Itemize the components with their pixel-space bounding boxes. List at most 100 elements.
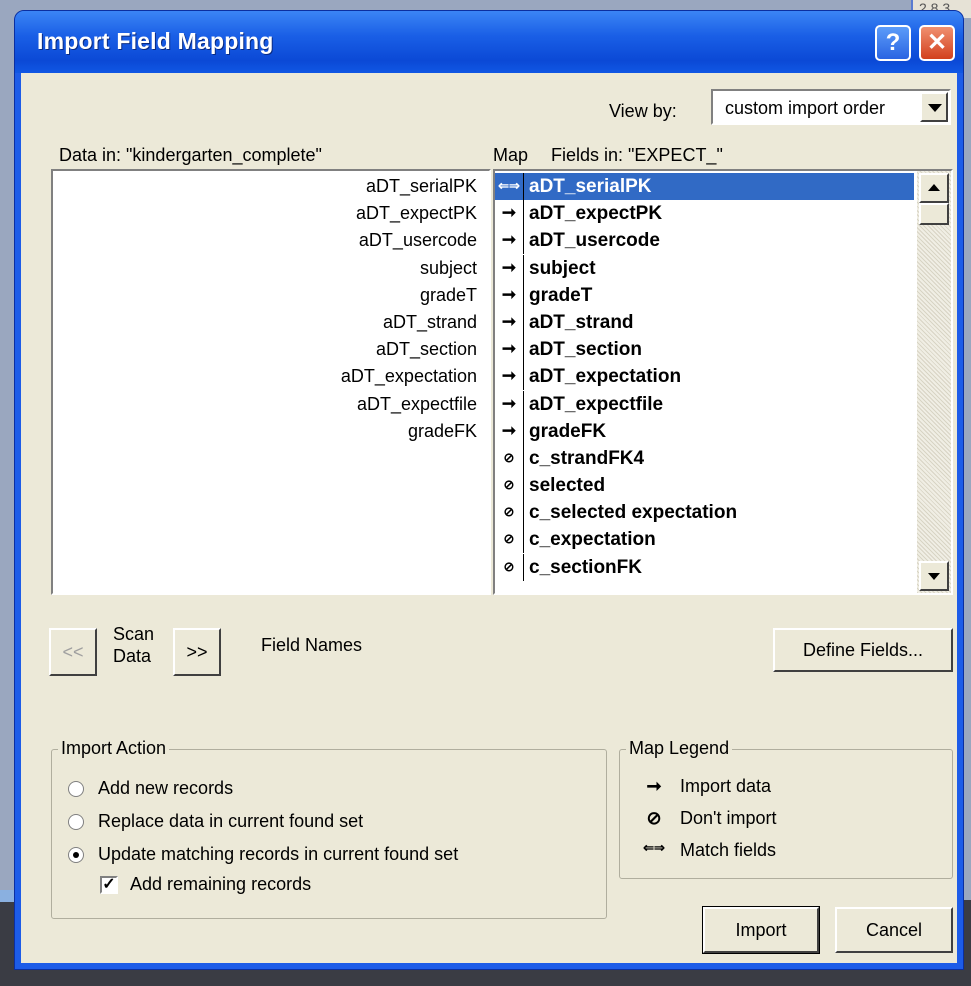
view-by-value: custom import order	[725, 98, 886, 118]
arrow-right-icon[interactable]: ➞	[495, 308, 524, 336]
scroll-down-button[interactable]	[919, 561, 949, 591]
match-arrows-icon: ⇐⇒	[643, 840, 665, 855]
source-field-item[interactable]: gradeFK	[53, 418, 489, 445]
target-field-item[interactable]: ➞ gradeT	[495, 281, 917, 309]
scan-label-line1: Scan	[113, 624, 155, 644]
source-field-item[interactable]: aDT_expectation	[53, 363, 489, 390]
help-button[interactable]: ?	[875, 25, 911, 61]
no-import-icon: ⊘	[646, 808, 662, 828]
no-import-icon[interactable]: ⊘	[495, 472, 524, 500]
target-field-name: aDT_expectation	[529, 366, 682, 388]
add-remaining-checkbox[interactable]: ✓	[100, 876, 118, 894]
target-field-name: aDT_section	[529, 339, 642, 361]
target-field-item[interactable]: ⊘ c_expectation	[495, 526, 917, 554]
title-bar[interactable]: Import Field Mapping ? ✕	[15, 11, 963, 73]
view-by-label: View by:	[609, 101, 677, 121]
import-button[interactable]: Import	[702, 906, 820, 954]
vertical-scrollbar[interactable]	[917, 171, 951, 593]
no-import-icon[interactable]: ⊘	[495, 553, 524, 581]
no-import-icon[interactable]: ⊘	[495, 526, 524, 554]
source-field-list[interactable]: aDT_serialPK aDT_expectPK aDT_usercode subj…	[51, 169, 491, 595]
radio-label: Add new records	[98, 778, 234, 798]
target-field-item[interactable]: ⊘ selected	[495, 472, 917, 500]
field-names-label: Field Names	[261, 635, 363, 655]
target-field-name: c_expectation	[529, 529, 656, 551]
target-field-name: aDT_expectfile	[529, 393, 664, 415]
target-field-name: aDT_expectPK	[529, 203, 663, 225]
source-field-item[interactable]: aDT_expectfile	[53, 391, 489, 418]
target-field-item[interactable]: ➞ subject	[495, 254, 917, 282]
dialog-title: Import Field Mapping	[37, 28, 274, 54]
scan-previous-button[interactable]: <<	[49, 628, 97, 676]
radio-label: Replace data in current found set	[98, 811, 364, 831]
no-import-icon[interactable]: ⊘	[495, 499, 524, 527]
target-field-item[interactable]: ➞ gradeFK	[495, 417, 917, 445]
view-by-select[interactable]: custom import order	[711, 89, 951, 125]
arrow-right-icon[interactable]: ➞	[495, 390, 524, 418]
target-field-name: aDT_serialPK	[524, 173, 914, 200]
chevron-down-icon[interactable]	[920, 92, 948, 122]
target-field-item[interactable]: ➞ aDT_usercode	[495, 227, 917, 255]
arrow-right-icon[interactable]: ➞	[495, 227, 524, 255]
checkbox-label: Add remaining records	[130, 874, 312, 894]
target-field-item[interactable]: ➞ aDT_expectfile	[495, 390, 917, 418]
target-field-list[interactable]: ⇐⇒ aDT_serialPK ➞ aDT_expectPK ➞ aDT_usercode…	[493, 169, 953, 595]
target-table-label: Fields in: "EXPECT_"	[551, 145, 723, 165]
scroll-up-button[interactable]	[919, 173, 949, 203]
source-field-item[interactable]: aDT_section	[53, 336, 489, 363]
arrow-right-icon[interactable]: ➞	[495, 363, 524, 391]
source-table-label: Data in: "kindergarten_complete"	[59, 145, 322, 165]
radio-button-selected[interactable]	[68, 847, 84, 863]
legend-label: Match fields	[680, 840, 777, 860]
target-field-item[interactable]: ➞ aDT_section	[495, 336, 917, 364]
target-field-item[interactable]: ➞ aDT_expectPK	[495, 200, 917, 228]
close-button[interactable]: ✕	[919, 25, 955, 61]
target-field-item[interactable]: ⊘ c_strandFK4	[495, 444, 917, 472]
define-fields-button[interactable]: Define Fields...	[773, 628, 953, 672]
map-legend-title: Map Legend	[626, 738, 733, 759]
no-import-icon[interactable]: ⊘	[495, 444, 524, 472]
source-field-item[interactable]: aDT_strand	[53, 309, 489, 336]
legend-label: Don't import	[680, 808, 777, 828]
target-field-name: selected	[529, 475, 606, 497]
import-action-group: Import Action Add new records Replace da…	[51, 738, 607, 919]
scroll-thumb[interactable]	[919, 203, 949, 225]
arrow-right-icon[interactable]: ➞	[495, 254, 524, 282]
dialog-body: View by: custom import order Data in: "k…	[21, 73, 957, 963]
target-field-name: c_strandFK4	[529, 447, 645, 469]
target-field-name: c_sectionFK	[529, 556, 642, 578]
source-field-item[interactable]: aDT_serialPK	[53, 173, 489, 200]
arrow-right-icon: ➞	[646, 776, 662, 796]
arrow-right-icon[interactable]: ➞	[495, 417, 524, 445]
target-field-name: aDT_strand	[529, 311, 634, 333]
target-field-name: gradeT	[529, 284, 593, 306]
radio-button[interactable]	[68, 781, 84, 797]
map-legend-group: Map Legend ➞ Import data ⊘ Don't import …	[619, 738, 953, 879]
target-field-item[interactable]: ⊘ c_selected expectation	[495, 499, 917, 527]
target-field-name: aDT_usercode	[529, 230, 660, 252]
target-field-name: gradeFK	[529, 420, 607, 442]
arrow-right-icon[interactable]: ➞	[495, 336, 524, 364]
map-column-label: Map	[493, 145, 529, 165]
source-field-item[interactable]: aDT_expectPK	[53, 200, 489, 227]
source-field-item[interactable]: subject	[53, 255, 489, 282]
target-field-item[interactable]: ➞ aDT_strand	[495, 308, 917, 336]
cancel-button[interactable]: Cancel	[835, 907, 953, 953]
match-arrows-icon[interactable]: ⇐⇒	[495, 173, 524, 200]
radio-label: Update matching records in current found…	[98, 844, 459, 864]
target-field-item[interactable]: ⇐⇒ aDT_serialPK	[495, 173, 917, 200]
scan-next-button[interactable]: >>	[173, 628, 221, 676]
target-field-name: c_selected expectation	[529, 502, 738, 524]
radio-button[interactable]	[68, 814, 84, 830]
import-field-mapping-dialog: Import Field Mapping ? ✕ View by: custom…	[14, 10, 964, 970]
source-field-item[interactable]: aDT_usercode	[53, 227, 489, 254]
scan-label-line2: Data	[113, 646, 152, 666]
source-field-item[interactable]: gradeT	[53, 282, 489, 309]
scan-data-label: Scan Data	[113, 623, 154, 667]
arrow-right-icon[interactable]: ➞	[495, 200, 524, 228]
target-field-item[interactable]: ⊘ c_sectionFK	[495, 553, 917, 581]
target-field-item[interactable]: ➞ aDT_expectation	[495, 363, 917, 391]
legend-label: Import data	[680, 776, 772, 796]
target-field-name: subject	[529, 257, 596, 279]
arrow-right-icon[interactable]: ➞	[495, 281, 524, 309]
